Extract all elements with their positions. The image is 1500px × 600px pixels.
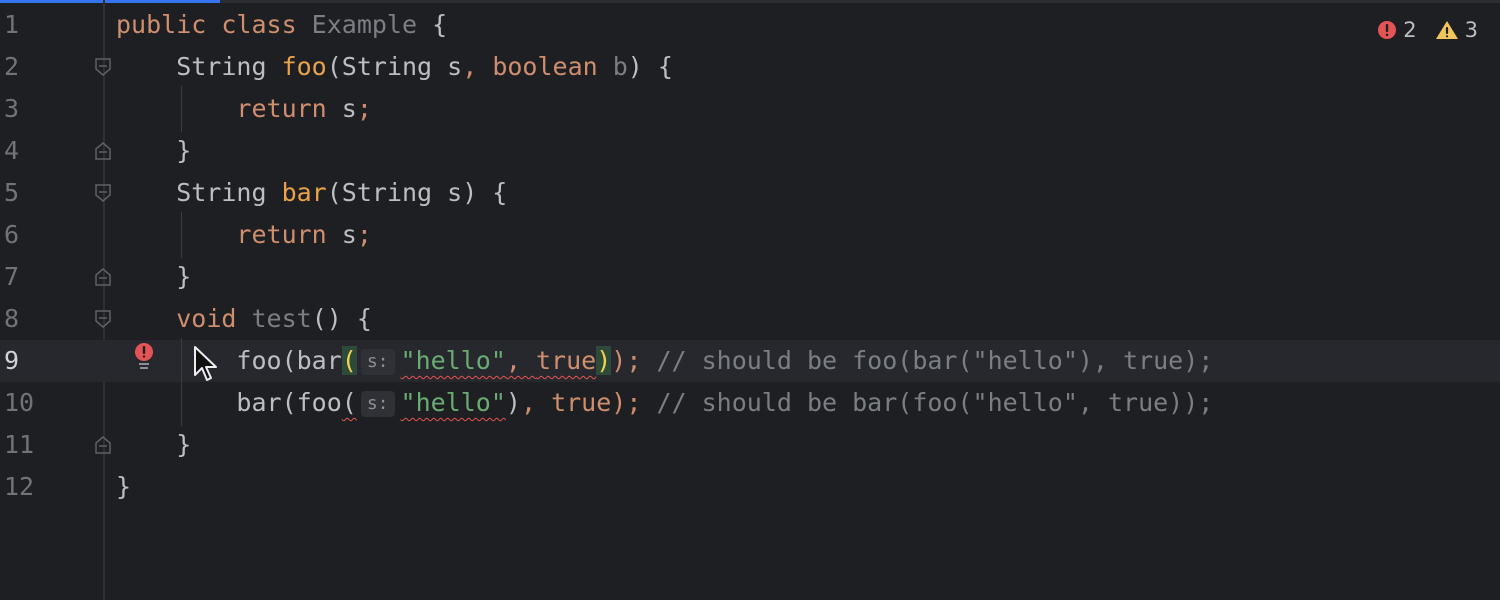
code-token: b xyxy=(612,52,628,81)
line-number[interactable]: 10 xyxy=(4,382,44,424)
mouse-pointer-icon xyxy=(194,346,217,381)
code-text[interactable]: public class Example { xyxy=(116,4,447,46)
code-line[interactable]: 1 public class Example { xyxy=(0,4,1500,46)
code-text[interactable]: String bar(String s) { xyxy=(116,172,507,214)
code-token: "hello" xyxy=(400,388,506,417)
code-text[interactable]: bar(foo(s: "hello"), true); // should be … xyxy=(116,382,1213,424)
indent-guide xyxy=(181,212,182,258)
code-token: Example xyxy=(311,10,418,39)
fold-open-icon[interactable] xyxy=(95,310,111,328)
code-text[interactable]: } xyxy=(116,256,191,298)
code-token: } xyxy=(116,472,132,501)
line-number[interactable]: 9 xyxy=(4,340,44,382)
line-number[interactable]: 7 xyxy=(4,256,44,298)
fold-open-icon[interactable] xyxy=(95,184,111,202)
code-token: ; xyxy=(356,94,372,123)
code-token: true xyxy=(536,346,597,375)
code-token: // should be bar(foo("hello", true)); xyxy=(641,388,1214,417)
code-token: } xyxy=(116,136,192,165)
code-token: ); xyxy=(611,388,642,417)
code-token: // should be foo(bar("hello"), true); xyxy=(641,346,1214,375)
code-text[interactable]: } xyxy=(116,424,191,466)
code-line[interactable]: 2 String foo(String s, boolean b) { xyxy=(0,46,1500,88)
fold-close-icon[interactable] xyxy=(95,142,111,160)
code-token: ; xyxy=(356,220,372,249)
code-line[interactable]: 7 } xyxy=(0,256,1500,298)
code-token: (String s xyxy=(326,52,463,81)
code-token: ( xyxy=(341,388,357,417)
code-token: void xyxy=(176,304,252,333)
line-number[interactable]: 1 xyxy=(4,4,44,46)
code-token: s xyxy=(341,220,357,249)
code-token: String xyxy=(116,52,282,81)
code-token: ) xyxy=(596,346,612,375)
code-token: String xyxy=(116,178,282,207)
error-bulb-icon[interactable] xyxy=(133,342,155,372)
code-token: } xyxy=(116,262,192,291)
code-token: bar xyxy=(281,178,327,207)
code-token: ( xyxy=(341,346,357,375)
parameter-hint: s: xyxy=(360,391,395,417)
code-line[interactable]: 9 foo(bar(s: "hello", true)); // should b… xyxy=(0,340,1500,382)
code-token: ) xyxy=(505,388,521,417)
code-token: () { xyxy=(311,304,372,333)
line-number[interactable]: 3 xyxy=(4,88,44,130)
fold-close-icon[interactable] xyxy=(95,436,111,454)
code-token: return xyxy=(236,220,342,249)
code-token: test xyxy=(251,304,312,333)
code-token: } xyxy=(116,430,192,459)
code-token: public class xyxy=(116,10,312,39)
code-line[interactable]: 4 } xyxy=(0,130,1500,172)
line-number[interactable]: 4 xyxy=(4,130,44,172)
code-token: { xyxy=(417,10,448,39)
parameter-hint: s: xyxy=(360,349,395,375)
code-token: (String s) { xyxy=(326,178,508,207)
code-line[interactable]: 5 String bar(String s) { xyxy=(0,172,1500,214)
code-token: "hello" xyxy=(400,346,506,375)
code-line[interactable]: 3 return s; xyxy=(0,88,1500,130)
code-line[interactable]: 8 void test() { xyxy=(0,298,1500,340)
code-token: ) { xyxy=(627,52,673,81)
code-text[interactable]: void test() { xyxy=(116,298,372,340)
code-text[interactable]: foo(bar(s: "hello", true)); // should be … xyxy=(116,340,1213,382)
code-token: bar(foo xyxy=(116,388,342,417)
code-token: , xyxy=(462,52,493,81)
active-tab-indicator xyxy=(0,0,220,3)
line-number[interactable]: 8 xyxy=(4,298,44,340)
editor-tab-strip xyxy=(0,0,1500,3)
line-number[interactable]: 12 xyxy=(4,466,44,508)
code-text[interactable]: } xyxy=(116,466,131,508)
code-token: s xyxy=(341,94,357,123)
line-number[interactable]: 6 xyxy=(4,214,44,256)
code-line[interactable]: 11 } xyxy=(0,424,1500,466)
code-text[interactable]: String foo(String s, boolean b) { xyxy=(116,46,673,88)
code-token: ); xyxy=(611,346,642,375)
code-text[interactable]: return s; xyxy=(116,214,372,256)
code-line[interactable]: 10 bar(foo(s: "hello"), true); // should … xyxy=(0,382,1500,424)
indent-guide xyxy=(181,86,182,132)
code-token: foo xyxy=(281,52,327,81)
code-line[interactable]: 12} xyxy=(0,466,1500,508)
code-text[interactable]: } xyxy=(116,130,191,172)
code-token: return xyxy=(236,94,342,123)
line-number[interactable]: 11 xyxy=(4,424,44,466)
code-token: boolean xyxy=(492,52,613,81)
code-line[interactable]: 6 return s; xyxy=(0,214,1500,256)
code-text[interactable]: return s; xyxy=(116,88,372,130)
code-token: , xyxy=(520,388,552,417)
indent-guide xyxy=(181,338,182,426)
fold-close-icon[interactable] xyxy=(95,268,111,286)
fold-open-icon[interactable] xyxy=(95,58,111,76)
code-token: true xyxy=(551,388,612,417)
line-number[interactable]: 2 xyxy=(4,46,44,88)
line-number[interactable]: 5 xyxy=(4,172,44,214)
code-token: , xyxy=(505,346,536,375)
